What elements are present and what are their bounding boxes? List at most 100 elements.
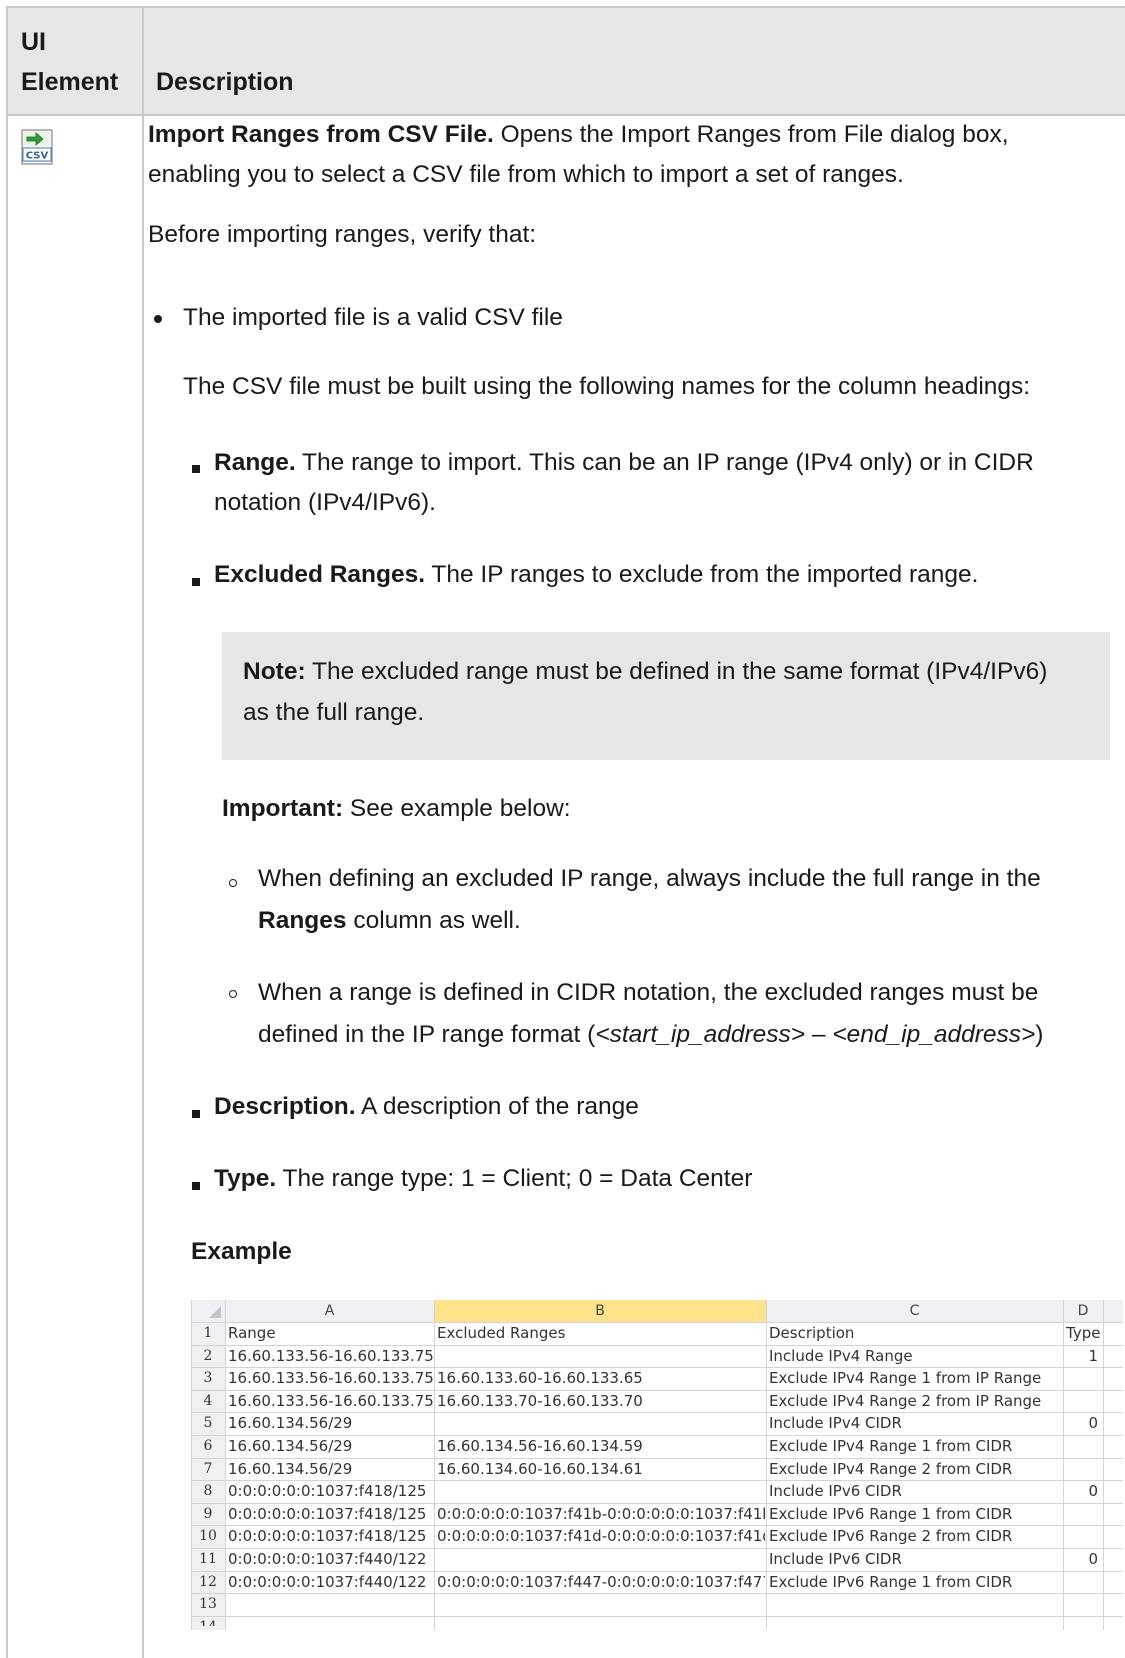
sheet-cell: 0 — [1088, 1414, 1098, 1433]
bullet-dot — [154, 315, 162, 323]
range-item-line2: notation (IPv4/IPv6). — [214, 489, 436, 516]
sub-bullet-excluded-line2: Ranges column as well. — [258, 907, 521, 934]
sheet-cell: 0:0:0:0:0:0:1037:f418/125 — [228, 1527, 427, 1546]
sheet-cell: Exclude IPv4 Range 1 from CIDR — [769, 1437, 1013, 1455]
sheet-cell: Range — [228, 1324, 276, 1342]
sheet-cell: 16.60.134.56/29 — [228, 1437, 353, 1455]
type-item: Type. The range type: 1 = Client; 0 = Da… — [214, 1165, 753, 1192]
square-bullet — [192, 1182, 200, 1190]
sheet-cell: 16.60.133.70-16.60.133.70 — [437, 1391, 643, 1410]
sheet-cell: Include IPv4 Range — [769, 1346, 913, 1365]
sheet-cell — [437, 1548, 765, 1570]
example-heading: Example — [191, 1238, 292, 1265]
grid-line — [191, 1525, 1123, 1527]
sheet-cell: 16.60.134.56/29 — [228, 1459, 353, 1478]
grid-line — [191, 1457, 1123, 1459]
range-item: Range. The range to import. This can be … — [214, 449, 1034, 476]
row-number: 3 — [203, 1370, 213, 1387]
sheet-cell: 0:0:0:0:0:0:1037:f418/125 — [228, 1504, 427, 1523]
note-text: Note: The excluded range must be defined… — [243, 658, 1048, 685]
sheet-cell: 0:0:0:0:0:0:1037:f440/122 — [228, 1572, 427, 1591]
table-header: UI Element Description — [8, 8, 1125, 116]
header-description: Description — [156, 68, 294, 96]
row-number: 10 — [199, 1528, 217, 1545]
sheet-cell: Exclude IPv6 Range 1 from CIDR — [769, 1572, 1013, 1591]
sheet-cell — [1066, 1503, 1102, 1525]
sheet-cell: 1 — [1088, 1346, 1098, 1365]
grid-line — [434, 1300, 435, 1630]
sheet-cell: Include IPv6 CIDR — [769, 1482, 902, 1501]
row-number: 4 — [203, 1392, 213, 1409]
sheet-cell — [1066, 1593, 1102, 1615]
column-header-a: A — [324, 1303, 335, 1319]
sheet-cell — [437, 1412, 765, 1434]
column-divider — [142, 8, 144, 1658]
sub-bullet-excluded: When defining an excluded IP range, alwa… — [258, 865, 1041, 892]
note-text-line2: as the full range. — [243, 699, 425, 726]
sheet-cell: Exclude IPv4 Range 2 from IP Range — [769, 1391, 1042, 1410]
svg-text:CSV: CSV — [26, 151, 49, 162]
sheet-cell: Exclude IPv6 Range 2 from CIDR — [769, 1527, 1013, 1546]
grid-line — [191, 1367, 1123, 1369]
grid-line — [191, 1615, 1123, 1617]
sheet-cell: 0:0:0:0:0:0:1037:f447-0:0:0:0:0:0:1037:f… — [437, 1572, 765, 1591]
column-header-c: C — [909, 1303, 920, 1319]
row-number: 2 — [203, 1347, 213, 1364]
sheet-cell: 0:0:0:0:0:0:1037:f418/125 — [228, 1482, 427, 1501]
sheet-cell: Excluded Ranges — [437, 1324, 566, 1342]
row-number: 12 — [199, 1573, 217, 1590]
sheet-cell: 16.60.133.56-16.60.133.75 — [228, 1369, 433, 1388]
row-number: 13 — [199, 1596, 217, 1613]
row-number: 7 — [203, 1460, 213, 1477]
sheet-cell: 16.60.133.60-16.60.133.65 — [437, 1369, 643, 1388]
sheet-cell — [437, 1593, 765, 1615]
grid-line — [191, 1322, 1123, 1323]
import-csv-icon: CSV — [21, 129, 53, 165]
grid-line — [191, 1344, 1123, 1346]
hollow-bullet — [229, 879, 237, 887]
sheet-cell — [1066, 1458, 1102, 1480]
grid-line — [191, 1570, 1123, 1572]
select-all-corner[interactable] — [191, 1300, 225, 1322]
row-number: 5 — [203, 1415, 213, 1432]
description-item: Description. A description of the range — [214, 1093, 639, 1120]
sheet-cell: 16.60.134.56/29 — [228, 1414, 353, 1433]
square-bullet — [192, 1110, 200, 1118]
row-number: 11 — [199, 1551, 217, 1567]
csv-headings-text: The CSV file must be built using the fol… — [183, 373, 1031, 400]
row-number: 1 — [203, 1325, 213, 1341]
sheet-cell — [228, 1593, 433, 1615]
column-header-b: B — [595, 1303, 605, 1319]
sheet-cell: 16.60.133.56-16.60.133.75 — [228, 1391, 433, 1410]
import-title-line: Import Ranges from CSV File. Opens the I… — [148, 121, 1009, 148]
grid-line — [191, 1389, 1123, 1391]
sheet-cell: 0:0:0:0:0:0:1037:f41b-0:0:0:0:0:0:1037:f… — [437, 1504, 765, 1523]
hollow-bullet — [229, 990, 237, 998]
sheet-cell: Include IPv4 CIDR — [769, 1414, 902, 1433]
sheet-cell: Include IPv6 CIDR — [769, 1550, 902, 1568]
sheet-cell — [1066, 1435, 1102, 1457]
sheet-cell: 0:0:0:0:0:0:1037:f41d-0:0:0:0:0:0:1037:f… — [437, 1527, 765, 1546]
sheet-cell: 0 — [1088, 1482, 1098, 1501]
sheet-cell: Description — [769, 1324, 855, 1342]
sheet-cell: Exclude IPv4 Range 2 from CIDR — [769, 1459, 1013, 1478]
grid-line — [1103, 1300, 1104, 1630]
square-bullet — [192, 578, 200, 586]
row-number: 9 — [203, 1505, 213, 1522]
grid-line — [191, 1548, 1123, 1549]
grid-line — [766, 1300, 767, 1630]
sheet-cell: Type — [1066, 1324, 1101, 1342]
sub-bullet-cidr-line2: defined in the IP range format (<start_i… — [258, 1021, 1044, 1048]
sheet-cell — [1066, 1390, 1102, 1412]
sheet-cell — [1066, 1525, 1102, 1547]
grid-line — [191, 1435, 1123, 1436]
example-spreadsheet: A B C D 1 Range Excluded Ranges Description Type… — [191, 1300, 1123, 1630]
sub-bullet-cidr: When a range is defined in CIDR notation… — [258, 979, 1039, 1006]
grid-line — [1063, 1300, 1064, 1630]
sheet-cell: 16.60.134.60-16.60.134.61 — [437, 1459, 643, 1478]
sheet-cell: 0:0:0:0:0:0:1037:f440/122 — [228, 1550, 427, 1568]
import-desc-line2: enabling you to select a CSV file from w… — [148, 161, 904, 188]
excluded-ranges-item: Excluded Ranges. The IP ranges to exclud… — [214, 561, 979, 588]
sheet-cell: Exclude IPv6 Range 1 from CIDR — [769, 1504, 1013, 1523]
sheet-cell: 16.60.134.56-16.60.134.59 — [437, 1437, 643, 1455]
